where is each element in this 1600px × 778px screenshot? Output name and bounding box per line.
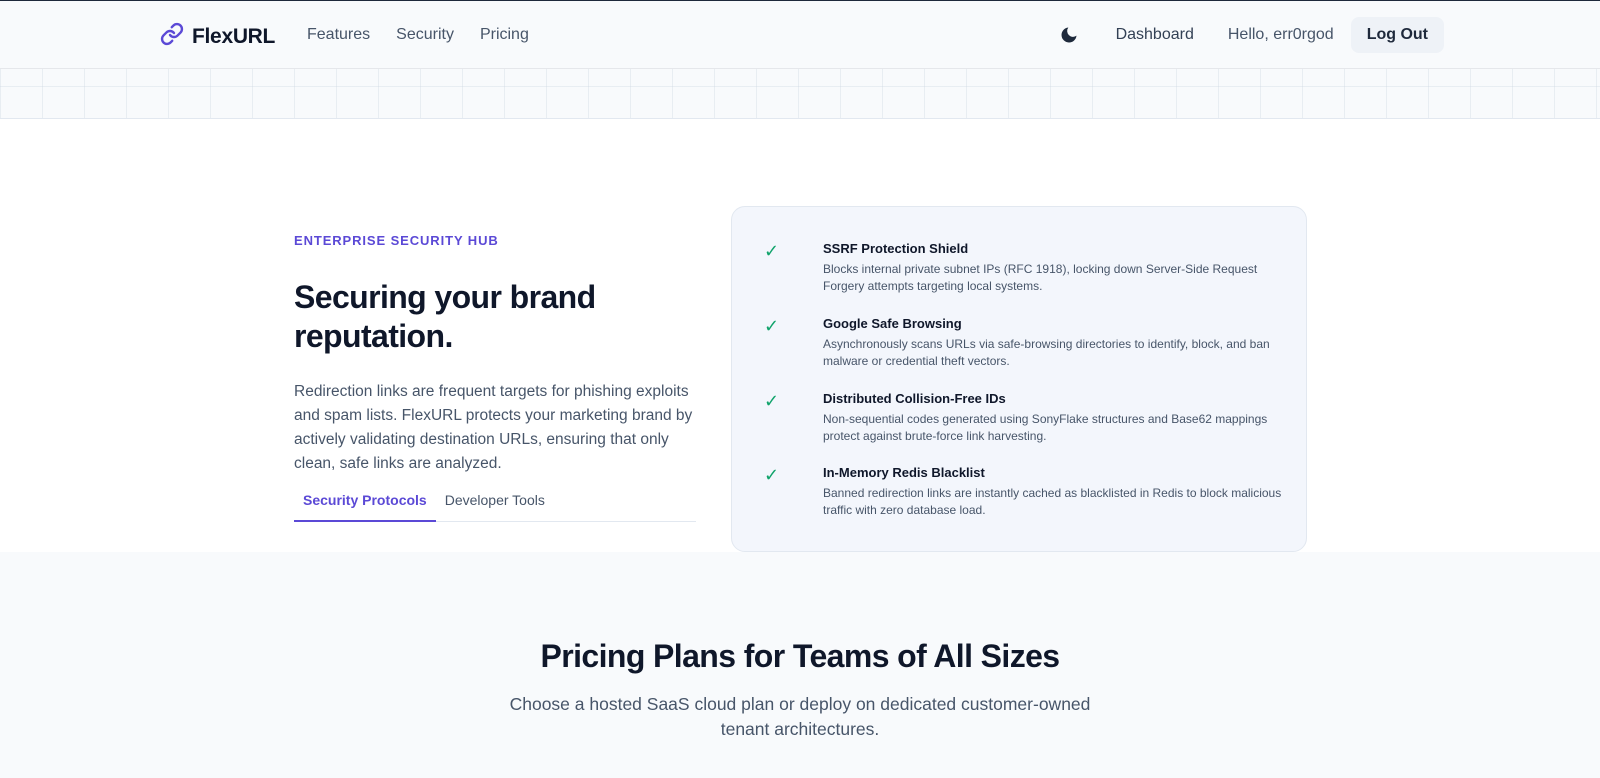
tab-developer-tools[interactable]: Developer Tools [436, 486, 554, 522]
pricing-section: Pricing Plans for Teams of All Sizes Cho… [0, 552, 1600, 778]
navbar: FlexURL Features Security Pricing Dashbo… [0, 1, 1600, 69]
pricing-title: Pricing Plans for Teams of All Sizes [540, 638, 1061, 674]
nav-link-pricing[interactable]: Pricing [480, 26, 529, 44]
link-icon [160, 22, 184, 51]
nav-link-security[interactable]: Security [396, 26, 454, 44]
feature-title: Google Safe Browsing [823, 316, 962, 331]
check-icon: ✓ [764, 391, 780, 411]
security-tabs: Security Protocols Developer Tools [294, 486, 696, 522]
dashboard-link[interactable]: Dashboard [1116, 26, 1194, 44]
feature-title: In-Memory Redis Blacklist [823, 465, 985, 480]
nav-links: Features Security Pricing [307, 26, 529, 44]
feature-description: Banned redirection links are instantly c… [823, 486, 1282, 517]
tab-security-protocols[interactable]: Security Protocols [294, 486, 436, 522]
brand-name: FlexURL [192, 24, 276, 48]
check-icon: ✓ [764, 316, 780, 336]
logout-button[interactable]: Log Out [1350, 17, 1444, 53]
feature-title: Distributed Collision-Free IDs [823, 391, 1006, 406]
feature-description: Non-sequential codes generated using Son… [823, 412, 1268, 443]
feature-description: Asynchronously scans URLs via safe-brows… [823, 337, 1270, 368]
user-greeting: Hello, err0rgod [1227, 26, 1334, 43]
check-icon: ✓ [764, 241, 780, 261]
section-eyebrow: ENTERPRISE SECURITY HUB [294, 233, 499, 248]
nav-link-features[interactable]: Features [307, 26, 370, 44]
site-header: FlexURL Features Security Pricing Dashbo… [0, 1, 1600, 119]
features-card: ✓ SSRF Protection Shield Blocks internal… [731, 206, 1307, 552]
section-headline: Securing your brand reputation. [294, 279, 596, 354]
brand-logo[interactable]: FlexURL [160, 22, 275, 51]
feature-title: SSRF Protection Shield [823, 241, 969, 256]
check-icon: ✓ [764, 465, 780, 485]
security-section: ENTERPRISE SECURITY HUB Securing your br… [0, 120, 1600, 552]
nav-actions: Dashboard Hello, err0rgod Log Out [1058, 17, 1444, 53]
pricing-subtitle: Choose a hosted SaaS cloud plan or deplo… [509, 694, 1091, 739]
feature-description: Blocks internal private subnet IPs (RFC … [823, 262, 1258, 293]
moon-icon[interactable] [1058, 24, 1080, 46]
section-description: Redirection links are frequent targets f… [294, 383, 693, 472]
